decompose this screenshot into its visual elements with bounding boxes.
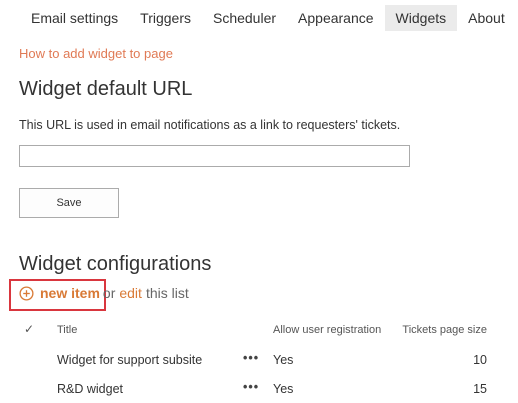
row-title[interactable]: Widget for support subsite [57,353,202,367]
how-to-add-widget-link[interactable]: How to add widget to page [19,46,173,61]
checkmark-icon[interactable]: ✓ [24,322,34,336]
tab-appearance[interactable]: Appearance [287,5,385,31]
widget-url-input[interactable] [19,145,410,167]
column-header-page-size[interactable]: Tickets page size [402,324,487,336]
new-item-link[interactable]: new item [40,285,100,301]
row-page-size: 10 [473,353,487,367]
widget-default-url-heading: Widget default URL [19,78,193,100]
widget-configurations-heading: Widget configurations [19,253,212,275]
tab-triggers[interactable]: Triggers [129,5,202,31]
tab-about[interactable]: About [457,5,516,31]
tab-email-settings[interactable]: Email settings [20,5,129,31]
tab-scheduler[interactable]: Scheduler [202,5,287,31]
tab-widgets[interactable]: Widgets [384,5,458,31]
table-row[interactable]: Widget for support subsite ••• Yes 10 [0,348,518,374]
toolbar-suffix-text: this list [145,285,189,301]
row-menu-ellipsis-icon[interactable]: ••• [243,351,259,365]
settings-tabs: Email settings Triggers Scheduler Appear… [20,5,516,31]
edit-list-link[interactable]: edit [119,285,142,301]
row-title[interactable]: R&D widget [57,382,123,396]
row-page-size: 15 [473,382,487,396]
list-toolbar: new item or edit this list [19,285,189,301]
row-allow-registration: Yes [273,353,294,367]
save-button[interactable]: Save [19,188,119,218]
toolbar-or-text: or [102,285,116,301]
column-header-allow-registration[interactable]: Allow user registration [273,324,381,336]
row-allow-registration: Yes [273,382,294,396]
plus-circle-icon[interactable] [19,285,34,301]
column-header-title[interactable]: Title [57,324,77,336]
row-menu-ellipsis-icon[interactable]: ••• [243,380,259,394]
table-row[interactable]: R&D widget ••• Yes 15 [0,377,518,403]
widget-url-description: This URL is used in email notifications … [19,118,401,132]
